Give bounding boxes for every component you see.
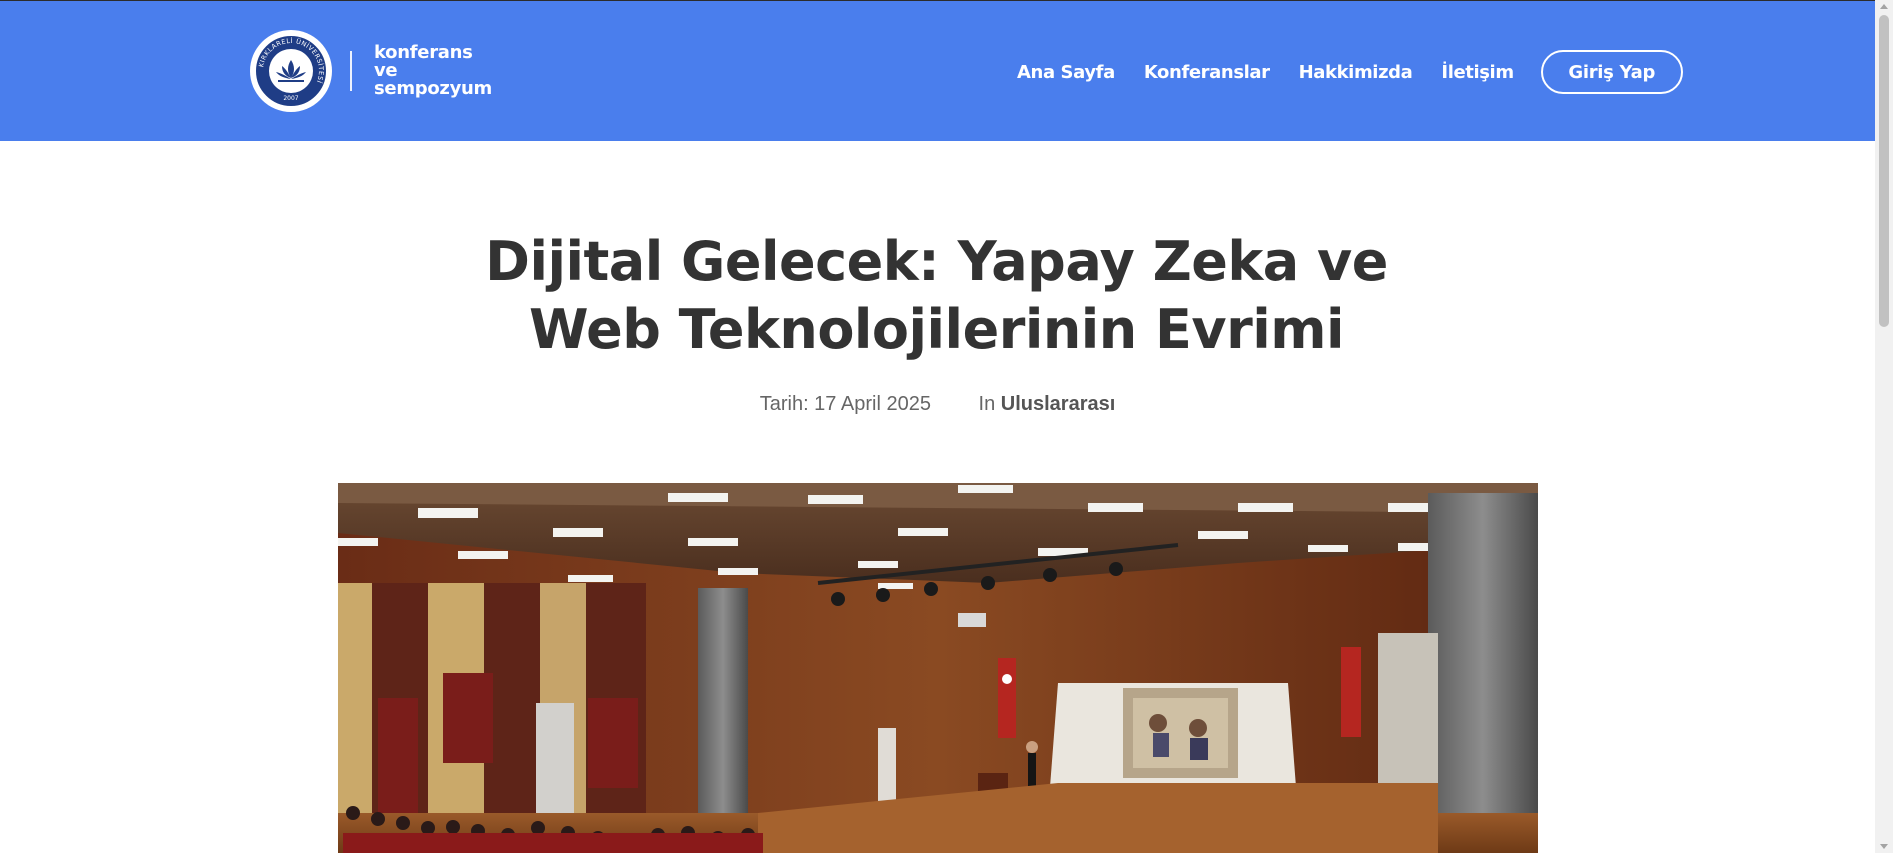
login-button[interactable]: Giriş Yap <box>1540 50 1683 94</box>
auditorium-photo <box>338 483 1538 853</box>
article-category-link[interactable]: Uluslararası <box>1001 393 1116 415</box>
site-logo[interactable]: KIRKLARELİ ÜNİVERSİTESİ 2007 konferans v… <box>250 30 492 112</box>
logo-divider <box>350 51 352 91</box>
title-line-2: Web Teknolojilerinin Evrimi <box>528 298 1345 361</box>
scroll-up-arrow-icon[interactable] <box>1880 4 1888 9</box>
svg-text:KIRKLARELİ ÜNİVERSİTESİ: KIRKLARELİ ÜNİVERSİTESİ <box>257 36 325 85</box>
nav-link-iletisim[interactable]: İletişim <box>1441 62 1514 83</box>
title-line-1: Dijital Gelecek: Yapay Zeka ve <box>485 230 1388 293</box>
scrollbar-thumb[interactable] <box>1879 15 1889 327</box>
vertical-scrollbar[interactable] <box>1875 0 1893 853</box>
logo-line-3: sempozyum <box>374 78 493 99</box>
seal-ring-text: KIRKLARELİ ÜNİVERSİTESİ 2007 <box>257 36 325 102</box>
site-header: KIRKLARELİ ÜNİVERSİTESİ 2007 konferans v… <box>0 1 1875 141</box>
scroll-down-arrow-icon[interactable] <box>1880 844 1888 849</box>
main-nav: Ana Sayfa Konferanslar Hakkimizda İletiş… <box>1017 50 1683 94</box>
seal-year: 2007 <box>283 95 298 102</box>
seal-ring: KIRKLARELİ ÜNİVERSİTESİ 2007 <box>254 34 328 108</box>
nav-link-ana-sayfa[interactable]: Ana Sayfa <box>1017 62 1115 83</box>
nav-link-hakkimizda[interactable]: Hakkimizda <box>1299 62 1413 83</box>
hero-image <box>338 483 1538 853</box>
nav-link-konferanslar[interactable]: Konferanslar <box>1144 62 1270 83</box>
university-seal-icon: KIRKLARELİ ÜNİVERSİTESİ 2007 <box>250 30 332 112</box>
page-title: Dijital Gelecek: Yapay Zeka ve Web Tekno… <box>420 228 1453 364</box>
logo-wordmark: konferans ve sempozyum <box>374 44 492 98</box>
article-date: Tarih: 17 April 2025 <box>759 393 931 415</box>
article-meta: Tarih: 17 April 2025 In Uluslararası <box>0 393 1875 416</box>
category-prefix: In <box>978 393 996 415</box>
